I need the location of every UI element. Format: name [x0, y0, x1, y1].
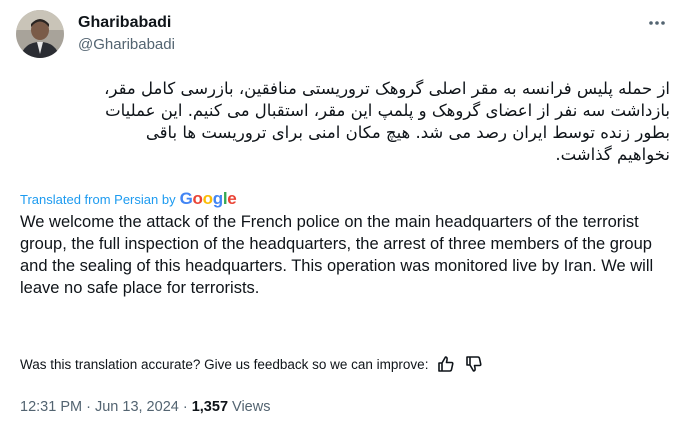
google-letter: o — [202, 189, 213, 208]
feedback-prompt: Was this translation accurate? Give us f… — [20, 356, 429, 372]
author-display-name[interactable]: Gharibabadi — [78, 14, 171, 32]
views-count: 1,357 — [191, 399, 229, 415]
tweet-date[interactable]: Jun 13, 2024 — [95, 399, 179, 415]
tweet-meta: 12:31 PM · Jun 13, 2024 · 1,357 Views — [20, 399, 270, 415]
translation-feedback: Was this translation accurate? Give us f… — [20, 354, 484, 374]
meta-separator: · — [82, 399, 95, 415]
tweet-original-text: از حمله پلیس فرانسه به مقر اصلی گروهک تر… — [104, 79, 670, 164]
google-letter: e — [227, 189, 237, 208]
avatar[interactable] — [16, 10, 64, 58]
google-logo: Google — [180, 189, 237, 209]
tweet-card: Gharibabadi @Gharibabadi از حمله پلیس فر… — [0, 0, 690, 436]
avatar-photo — [16, 10, 64, 58]
meta-separator: · — [178, 399, 192, 415]
author-handle[interactable]: @Gharibabadi — [78, 36, 175, 53]
google-letter: o — [192, 189, 203, 208]
thumbs-up-icon[interactable] — [436, 354, 456, 374]
translated-from-label[interactable]: Translated from Persian by Google — [20, 189, 237, 209]
google-letter: G — [179, 189, 193, 208]
translated-from-text: Translated from Persian by — [20, 191, 176, 207]
views-label: Views — [228, 399, 271, 415]
thumbs-down-icon[interactable] — [464, 354, 484, 374]
google-letter: g — [212, 189, 223, 208]
tweet-translation: We welcome the attack of the French poli… — [20, 213, 654, 297]
tweet-time[interactable]: 12:31 PM — [20, 399, 82, 415]
more-horizontal-icon[interactable] — [646, 12, 668, 34]
